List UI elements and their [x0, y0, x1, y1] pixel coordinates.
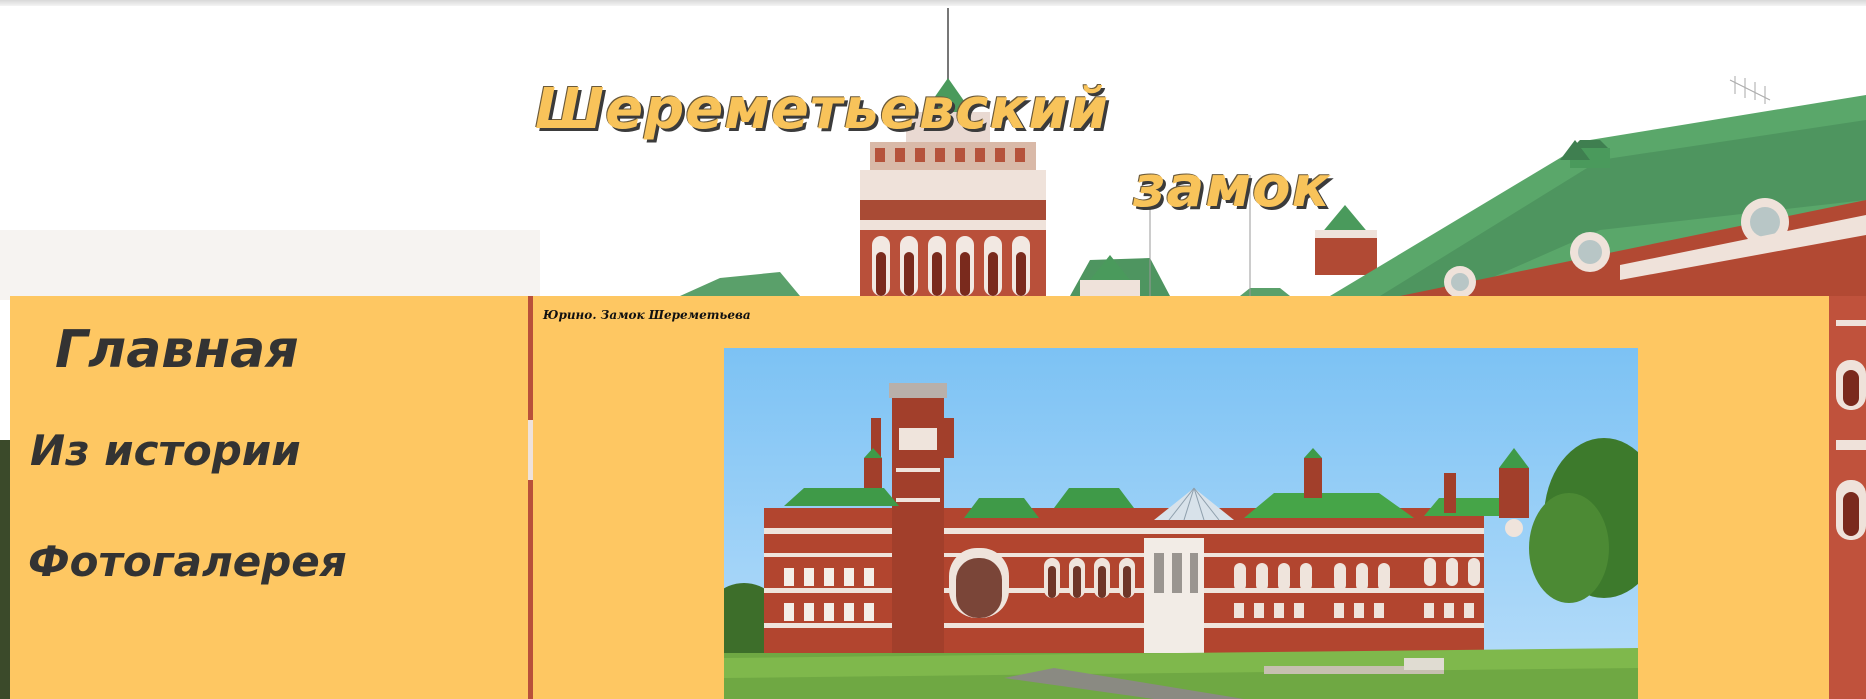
site-title-line2: замок: [1133, 155, 1331, 220]
main-content: Юрино. Замок Шереметьева: [533, 296, 1829, 699]
photo-caption: Юрино. Замок Шереметьева: [543, 308, 751, 322]
castle-photo: [724, 348, 1638, 699]
site-title-line1: Шереметьевский: [535, 77, 1109, 142]
nav-link-home[interactable]: Главная: [55, 324, 299, 376]
nav-link-gallery[interactable]: Фотогалерея: [28, 541, 347, 583]
nav-link-history[interactable]: Из истории: [30, 430, 301, 472]
nav-sidebar: Главная Из истории Фотогалерея: [10, 296, 528, 699]
